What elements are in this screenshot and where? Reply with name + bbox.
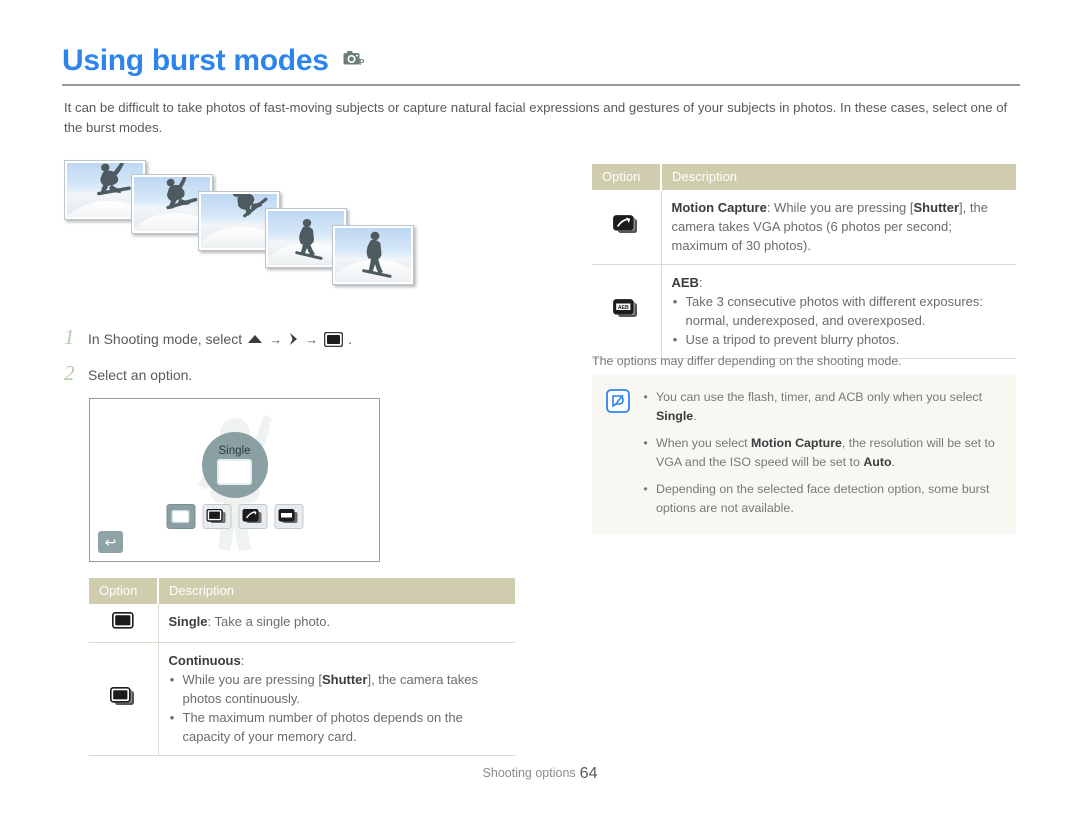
page-number: 64: [579, 765, 598, 782]
title-row: Using burst modes P: [62, 46, 1020, 76]
option-term: Continuous: [168, 653, 241, 668]
step-text: Select an option.: [88, 367, 192, 383]
burst-options-table-basic: Option Description Single: Take a single…: [89, 578, 515, 756]
table-header: Option Description: [592, 164, 1016, 190]
back-button[interactable]: ↩: [98, 531, 123, 553]
page-title: Using burst modes: [62, 44, 329, 77]
bullet-item: • You can use the flash, timer, and ACB o…: [642, 388, 1000, 426]
single-frame-icon: [324, 331, 344, 347]
arrow-separator: →: [269, 331, 283, 347]
lcd-option-motion-capture[interactable]: [238, 504, 267, 529]
continuous-frames-icon: [89, 642, 159, 756]
svg-text:P: P: [359, 58, 365, 67]
camera-p-icon: P: [343, 49, 365, 73]
bullet-text: Use a tripod to prevent blurry photos.: [685, 332, 900, 347]
camera-lcd-preview: Single ↩: [89, 398, 380, 562]
bullet-item: • Use a tripod to prevent blurry photos.: [672, 330, 1007, 349]
burst-photo-sequence: [64, 160, 494, 305]
right-chevron-icon: [288, 332, 299, 346]
note-bullets: • You can use the flash, timer, and ACB o…: [642, 388, 1000, 518]
bullet-dot: •: [672, 332, 678, 347]
title-divider: [62, 84, 1020, 86]
option-term: AEB: [671, 275, 699, 290]
bullet-item: • When you select Motion Capture, the res…: [642, 434, 1000, 472]
column-header-description: Description: [158, 578, 515, 604]
footer-section-label: Shooting options: [482, 766, 576, 780]
burst-options-table-advanced: Option Description Motion Capture: While…: [592, 164, 1016, 359]
lcd-option-continuous[interactable]: [202, 504, 231, 529]
selected-option-dial[interactable]: Single: [201, 432, 268, 498]
bullet-text: Depending on the selected face detection…: [656, 482, 990, 515]
option-detail: :: [698, 275, 703, 290]
bullet-item: • Depending on the selected face detectio…: [642, 480, 1000, 518]
up-triangle-icon: [247, 333, 263, 345]
table-cell-description: AEB: • Take 3 consecutive photos with dif…: [661, 264, 1016, 359]
step-label: Select an option.: [88, 367, 193, 383]
table-header: Option Description: [89, 578, 515, 604]
page-footer: Shooting options 64: [0, 765, 1080, 783]
lcd-option-aeb[interactable]: [274, 504, 303, 529]
svg-text:AEB: AEB: [618, 305, 629, 311]
step-number: 1: [64, 325, 75, 349]
step-period: .: [348, 331, 352, 347]
step-number: 2: [64, 361, 75, 385]
page-header: Using burst modes P: [62, 46, 1020, 86]
note-callout: • You can use the flash, timer, and ACB o…: [592, 374, 1016, 534]
option-detail: : Take a single photo.: [207, 614, 331, 629]
bullet-text: When you select Motion Capture, the reso…: [656, 436, 995, 469]
bullet-item: • Take 3 consecutive photos with differen…: [672, 292, 1007, 330]
aeb-icon: AEB: [592, 264, 662, 359]
table-row: Single: Take a single photo.: [89, 604, 515, 643]
intro-paragraph: It can be difficult to take photos of fa…: [64, 100, 1008, 135]
column-header-option: Option: [592, 164, 662, 190]
bullet-text: While you are pressing [Shutter], the ca…: [182, 672, 479, 706]
lcd-option-row: [166, 504, 303, 529]
step-text: In Shooting mode, select → → .: [88, 331, 352, 347]
step-2: 2 Select an option.: [64, 361, 514, 386]
single-frame-icon: [217, 459, 252, 485]
bullet-text: You can use the flash, timer, and ACB on…: [656, 390, 983, 423]
bullet-dot: •: [169, 710, 175, 725]
bullet-text: Take 3 consecutive photos with different…: [685, 294, 984, 328]
column-header-description: Description: [661, 164, 1016, 190]
lcd-option-single[interactable]: [166, 504, 195, 529]
column-header-option: Option: [89, 578, 159, 604]
table-row: AEB AEB: • Take 3 consecutive photos with…: [592, 264, 1016, 359]
bullet-dot: •: [643, 390, 648, 404]
bullet-item: • The maximum number of photos depends on…: [169, 708, 506, 746]
option-term: Motion Capture: [671, 200, 767, 215]
note-pen-icon: [606, 389, 630, 413]
step-1: 1 In Shooting mode, select → → .: [64, 325, 514, 350]
motion-capture-icon: [592, 190, 662, 265]
bullet-dot: •: [169, 672, 175, 687]
dial-label: Single: [218, 445, 251, 457]
table-cell-description: Single: Take a single photo.: [158, 604, 515, 643]
bullet-text: The maximum number of photos depends on …: [182, 710, 463, 744]
bullet-dot: •: [672, 294, 678, 309]
table-cell-description: Motion Capture: While you are pressing […: [661, 190, 1016, 265]
bullet-item: • While you are pressing [Shutter], the c…: [169, 670, 506, 708]
table-row: Continuous: • While you are pressing [Shu…: [89, 642, 515, 756]
table-footnote: The options may differ depending on the …: [592, 354, 902, 368]
arrow-separator: →: [305, 331, 319, 347]
snowboarder-silhouette: [362, 231, 392, 278]
step-label: In Shooting mode, select: [88, 331, 243, 347]
table-row: Motion Capture: While you are pressing […: [592, 190, 1016, 265]
bullet-dot: •: [643, 482, 648, 496]
option-term: Single: [168, 614, 208, 629]
steps-list: 1 In Shooting mode, select → → . 2 Selec…: [64, 325, 514, 397]
single-frame-icon: [89, 604, 159, 643]
bullet-dot: •: [643, 436, 648, 450]
photo-frame: [332, 225, 414, 285]
option-detail: :: [240, 653, 245, 668]
table-cell-description: Continuous: • While you are pressing [Shu…: [158, 642, 515, 756]
